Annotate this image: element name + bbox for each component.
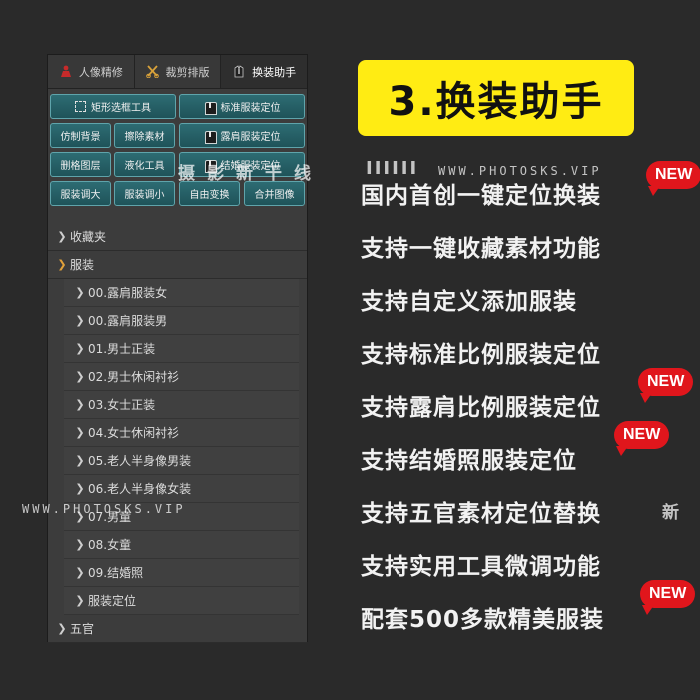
tree-item[interactable]: ❯ 00.露肩服装男: [64, 307, 299, 335]
chevron-right-icon: ❯: [75, 566, 85, 579]
feature-line: 配套500多款精美服装: [361, 607, 605, 633]
chevron-right-icon: ❯: [75, 426, 85, 439]
chevron-right-icon: ❯: [75, 454, 85, 467]
section-title: 3.换装助手: [388, 79, 604, 125]
tree-item[interactable]: ❯ 06.老人半身像女装: [64, 475, 299, 503]
tree-folder-clothing[interactable]: ❯ 服装: [48, 251, 307, 279]
rect-select-button[interactable]: 矩形选框工具: [50, 94, 176, 119]
tree-item[interactable]: ❯ 服装定位: [64, 587, 299, 615]
chevron-right-icon: ❯: [57, 622, 67, 635]
tab-label: 人像精修: [78, 65, 123, 79]
feature-line: 支持自定义添加服装: [361, 289, 577, 315]
new-badge: NEW: [646, 161, 700, 196]
watermark-cn: 摄影新干线: [178, 164, 323, 184]
chevron-right-icon: ❯: [75, 286, 85, 299]
rect-select-icon: [75, 101, 86, 112]
watermark-url: WWW.PHOTOSKS.VIP: [438, 164, 602, 178]
chevron-down-icon: ❯: [57, 258, 67, 271]
shirt-icon: [204, 129, 217, 144]
chevron-right-icon: ❯: [75, 398, 85, 411]
free-transform-button[interactable]: 自由变换: [179, 181, 240, 206]
chevron-right-icon: ❯: [57, 230, 67, 243]
tree-item[interactable]: ❯ 00.露肩服装女: [64, 279, 299, 307]
tree-folder-favorites[interactable]: ❯ 收藏夹: [48, 223, 307, 251]
shrink-button[interactable]: 服装调小: [114, 181, 175, 206]
delete-layer-button[interactable]: 删格图层: [50, 152, 111, 177]
erase-button[interactable]: 擦除素材: [114, 123, 175, 148]
merge-button[interactable]: 合并图像: [244, 181, 305, 206]
new-badge: NEW: [638, 368, 694, 403]
panel-tabs: 人像精修 裁剪排版 换装助手: [48, 55, 308, 89]
tree-item[interactable]: ❯ 01.男士正装: [64, 335, 299, 363]
std-position-button[interactable]: 标准服装定位: [179, 94, 305, 119]
tree-folder-features[interactable]: ❯ 五官: [48, 615, 307, 643]
watermark-cn-short: 新: [662, 503, 691, 523]
chevron-right-icon: ❯: [75, 538, 85, 551]
tree-item[interactable]: ❯ 05.老人半身像男装: [64, 447, 299, 475]
feature-line: 支持结婚照服装定位: [361, 448, 577, 474]
enlarge-button[interactable]: 服装调大: [50, 181, 111, 206]
shoulder-position-button[interactable]: 露肩服装定位: [179, 123, 305, 148]
watermark-bars: IIIIII: [366, 158, 419, 179]
section-title-box: 3.换装助手: [358, 60, 634, 136]
tree-item[interactable]: ❯ 03.女士正装: [64, 391, 299, 419]
scissors-icon: [146, 65, 160, 79]
tree-item[interactable]: ❯ 02.男士休闲衬衫: [64, 363, 299, 391]
material-tree: ❯ 收藏夹 ❯ 服装 ❯ 00.露肩服装女 ❯ 00.露肩服装男 ❯ 01.男士正装 …: [48, 223, 307, 643]
feature-line: 支持标准比例服装定位: [361, 342, 601, 368]
person-icon: [59, 65, 73, 79]
tab-clothing-assistant[interactable]: 换装助手: [221, 55, 308, 88]
tab-crop-layout[interactable]: 裁剪排版: [134, 55, 222, 88]
chevron-right-icon: ❯: [75, 342, 85, 355]
tree-item[interactable]: ❯ 04.女士休闲衬衫: [64, 419, 299, 447]
watermark-url: WWW.PHOTOSKS.VIP: [22, 502, 186, 516]
tab-label: 裁剪排版: [165, 65, 210, 79]
tab-portrait-retouch[interactable]: 人像精修: [48, 55, 135, 88]
new-badge: NEW: [640, 580, 696, 615]
chevron-right-icon: ❯: [75, 482, 85, 495]
suit-icon: [232, 65, 246, 79]
suit-icon: [204, 100, 217, 115]
tree-item[interactable]: ❯ 09.结婚照: [64, 559, 299, 587]
feature-line: 支持一键收藏素材功能: [361, 236, 601, 262]
tree-item[interactable]: ❯ 08.女童: [64, 531, 299, 559]
fake-bg-button[interactable]: 仿制背景: [50, 123, 111, 148]
clothing-assistant-panel: 人像精修 裁剪排版 换装助手 矩形选框工具 标准服装定位 仿制背景 擦除素材 露…: [47, 54, 308, 643]
chevron-right-icon: ❯: [75, 370, 85, 383]
feature-line: 支持五官素材定位替换: [361, 501, 601, 527]
new-badge: NEW: [614, 421, 670, 456]
chevron-right-icon: ❯: [75, 594, 85, 607]
feature-line: 支持实用工具微调功能: [361, 554, 601, 580]
feature-line: 国内首创一键定位换装: [361, 183, 601, 209]
feature-line: 支持露肩比例服装定位: [361, 395, 601, 421]
tab-label: 换装助手: [252, 65, 297, 79]
liquify-button[interactable]: 液化工具: [114, 152, 175, 177]
chevron-right-icon: ❯: [75, 314, 85, 327]
